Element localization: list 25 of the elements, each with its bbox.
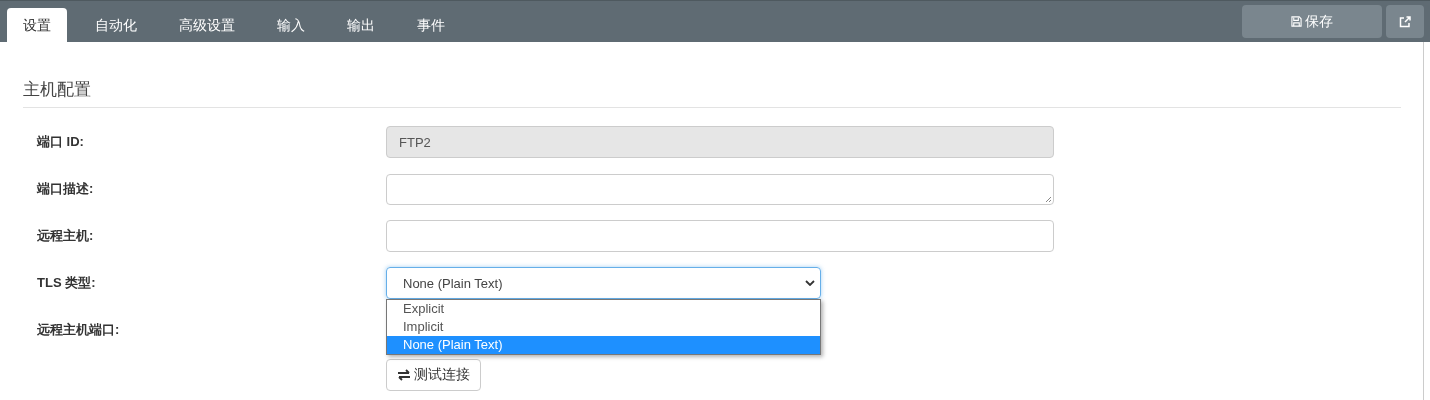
- swap-arrows-icon: [397, 369, 411, 381]
- tab[interactable]: 高级设置: [165, 8, 249, 42]
- chevron-down-icon: [805, 280, 815, 286]
- field-label: 端口描述:: [35, 180, 95, 198]
- resize-grip-icon[interactable]: [1045, 195, 1051, 202]
- tab[interactable]: 事件: [403, 8, 459, 42]
- field-label: TLS 类型:: [36, 274, 97, 292]
- text-area[interactable]: [386, 173, 1054, 205]
- dropdown-option[interactable]: Explicit: [387, 300, 820, 318]
- section-title: 主机配置: [23, 78, 1401, 108]
- test-connection-button[interactable]: 测试连接: [386, 359, 481, 391]
- dropdown-select[interactable]: None (Plain Text): [386, 267, 821, 299]
- dropdown-option[interactable]: None (Plain Text): [387, 336, 820, 354]
- field-label: 远程主机端口:: [36, 321, 121, 339]
- input-field[interactable]: [386, 220, 1054, 252]
- tab[interactable]: 输出: [333, 8, 389, 42]
- external-link-icon: [1399, 15, 1411, 28]
- save-button[interactable]: 保存: [1242, 5, 1382, 38]
- external-link-button[interactable]: [1386, 5, 1424, 38]
- dropdown-option[interactable]: Implicit: [387, 318, 820, 336]
- tab[interactable]: 设置: [7, 8, 67, 42]
- tab[interactable]: 输入: [263, 8, 319, 42]
- field-label: 远程主机:: [36, 227, 95, 245]
- tab[interactable]: 自动化: [81, 8, 151, 42]
- field-label: 端口 ID:: [35, 133, 85, 151]
